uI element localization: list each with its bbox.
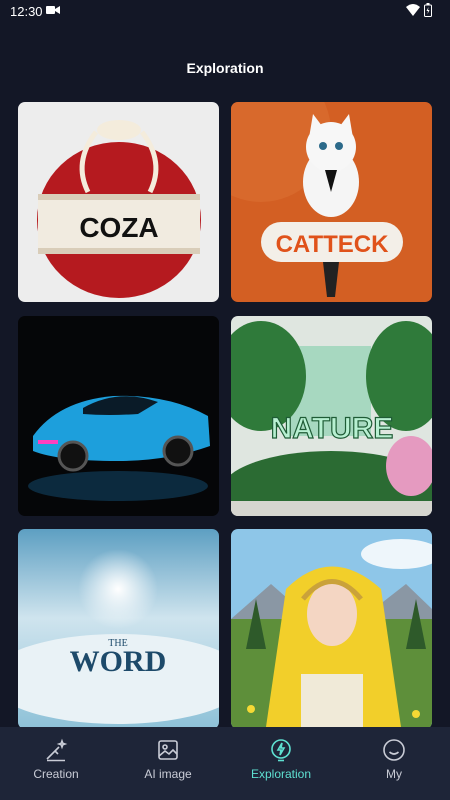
status-time: 12:30: [10, 4, 43, 19]
tab-my[interactable]: My: [338, 727, 450, 800]
tab-ai-image[interactable]: AI image: [112, 727, 224, 800]
card-image: CATTECK: [231, 102, 432, 302]
card-image: NATURE: [231, 316, 432, 516]
magic-wand-icon: [46, 738, 68, 762]
tab-label: AI image: [144, 767, 192, 781]
gallery-card-word[interactable]: THE WORD: [18, 529, 219, 727]
video-camera-icon: [46, 6, 60, 14]
card-image: THE WORD: [18, 529, 219, 727]
bolt-icon: [271, 739, 291, 762]
card-image: [18, 316, 219, 516]
smile-icon: [383, 739, 405, 761]
page-title: Exploration: [186, 60, 264, 76]
gallery-card-coza[interactable]: COZA: [18, 102, 219, 302]
tab-label: Exploration: [250, 767, 312, 781]
gallery-card-catteck[interactable]: CATTECK: [231, 102, 432, 302]
tab-exploration[interactable]: Exploration: [225, 727, 337, 800]
gallery-card-girl[interactable]: [231, 529, 432, 727]
image-icon: [158, 740, 178, 760]
card-text: WORD: [70, 645, 167, 678]
bottom-tab-bar: Creation AI image Exploration My: [0, 727, 450, 800]
battery-icon: [424, 3, 432, 17]
gallery-card-nature[interactable]: NATURE: [231, 316, 432, 516]
exploration-grid: COZA CATTECK NATURE THE WORD: [18, 102, 432, 727]
card-image: COZA: [18, 102, 219, 302]
card-image: [231, 529, 432, 727]
status-bar: 12:30: [0, 0, 450, 22]
card-text: CATTECK: [276, 231, 390, 258]
gallery-card-car[interactable]: [18, 316, 219, 516]
card-text: COZA: [79, 212, 158, 243]
card-text: NATURE: [271, 412, 394, 445]
tab-creation[interactable]: Creation: [0, 727, 112, 800]
wifi-icon: [406, 4, 420, 16]
tab-label: My: [386, 767, 402, 781]
tab-label: Creation: [33, 767, 79, 781]
